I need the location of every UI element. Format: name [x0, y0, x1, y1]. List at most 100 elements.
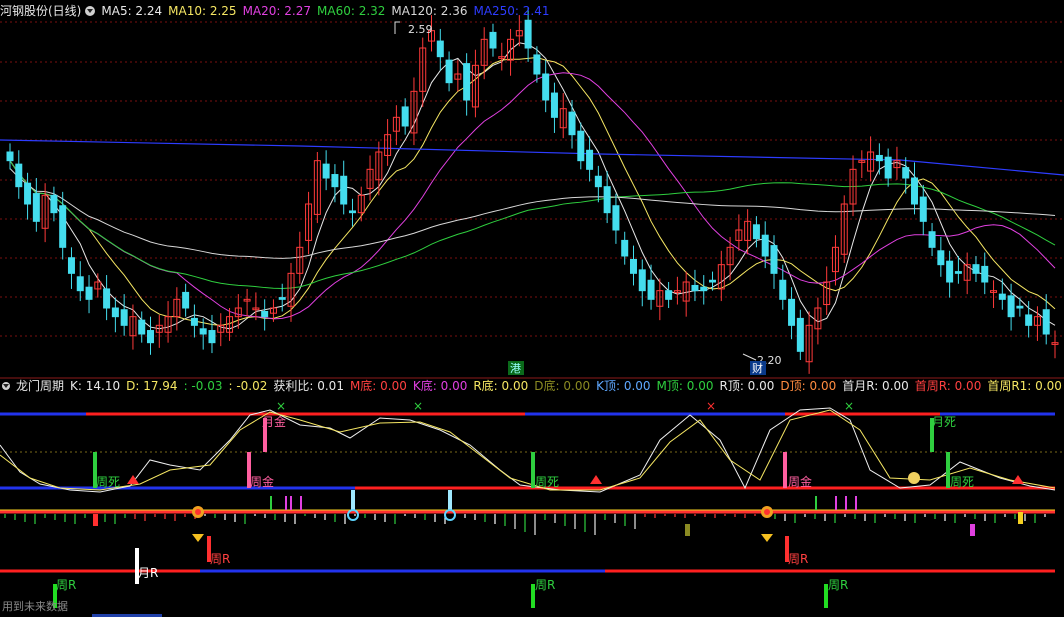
signal-zhou-r-green-1: 周R	[56, 578, 76, 592]
candle-body	[120, 309, 128, 326]
indicator-legend: K: 14.10 D: 17.94: -0.03: -0.02 获利比: 0.01 M…	[70, 379, 1064, 393]
candle-body	[322, 163, 330, 179]
candle-body	[67, 257, 75, 274]
candle-body	[199, 328, 207, 335]
cross-marker-1: ×	[413, 399, 423, 413]
candle-body	[208, 330, 216, 344]
candle-body	[15, 163, 23, 188]
ma20-line	[9, 72, 1056, 320]
candle-body	[621, 239, 629, 257]
ma10-line	[9, 57, 1056, 326]
candle-body	[1042, 309, 1050, 335]
candle-body	[902, 167, 910, 179]
ma120-line	[9, 168, 1056, 259]
upper-histogram-bar-4	[815, 496, 817, 510]
chart-canvas[interactable]: 2.59 2.20 港 财 × × × × 月金 周死 周金 周死 周金 月死 周死 …	[0, 0, 1064, 617]
candle-body	[542, 73, 550, 101]
cyan-pillar-0	[351, 490, 355, 510]
indicator-legend-item-8: D底: 0.00	[534, 379, 591, 393]
ma-legend-item-4: MA120: 2.36	[391, 4, 468, 18]
signal-bar-4	[783, 452, 787, 488]
candle-body	[665, 290, 673, 300]
indicator-legend-item-0: K: 14.10	[70, 379, 121, 393]
candle-body	[568, 111, 576, 136]
price-gridlines	[0, 21, 1064, 337]
candle-body	[436, 40, 444, 58]
upper-histogram-bar-2	[290, 496, 292, 510]
indicator-legend-item-3: : -0.02	[228, 379, 268, 393]
indicator-legend-item-10: M顶: 0.00	[656, 379, 714, 393]
up-triangle-marker-1	[590, 475, 602, 484]
candle-body	[401, 106, 409, 127]
ma-legend-item-2: MA20: 2.27	[242, 4, 311, 18]
candle-body	[445, 59, 453, 84]
candle-body	[1016, 305, 1024, 309]
candle-body	[577, 130, 585, 162]
candle-body	[928, 231, 936, 248]
indicator-legend-item-12: D顶: 0.00	[780, 379, 837, 393]
signal-block-1	[970, 524, 975, 536]
candle-body	[533, 54, 541, 75]
candle-body	[348, 210, 356, 214]
candle-body	[788, 298, 796, 326]
candle-body	[770, 245, 778, 274]
signal-zhou-r-red-1: 周R	[210, 552, 230, 566]
signal-zhou-si-2: 周死	[535, 475, 559, 489]
candle-body	[612, 205, 620, 231]
moving-average-lines	[0, 42, 1064, 330]
low-price-leader	[742, 353, 757, 361]
candle-body	[779, 279, 787, 300]
candle-body	[340, 175, 348, 205]
butterfly-icon-0	[192, 534, 204, 542]
upper-histogram-bar-7	[855, 496, 857, 510]
chevron-down-icon[interactable]	[2, 381, 10, 390]
gold-coin-center-1	[764, 509, 770, 515]
signal-block-2	[1018, 512, 1023, 524]
upper-histogram-bar-3	[300, 496, 302, 510]
cross-marker-0: ×	[276, 399, 286, 413]
chevron-down-icon[interactable]	[85, 5, 96, 16]
candle-body	[24, 182, 32, 205]
ma-legend: MA5: 2.24 MA10: 2.25 MA20: 2.27 MA60: 2.32 M…	[101, 4, 555, 18]
candle-body	[524, 19, 532, 49]
signal-zhou-jin-1: 周金	[250, 474, 274, 489]
signal-yue-si: 月死	[932, 415, 956, 429]
candle-body	[85, 286, 93, 300]
price-annotations: 2.59 2.20 港 财	[394, 21, 782, 375]
ma-legend-item-1: MA10: 2.25	[168, 4, 237, 18]
indicator-legend-item-5: M底: 0.00	[349, 379, 407, 393]
candle-body	[910, 177, 918, 205]
indicator-legend-item-4: 获利比: 0.01	[273, 379, 344, 393]
candle-body	[586, 149, 594, 170]
upper-histogram-bar-1	[285, 496, 287, 510]
indicator-legend-item-1: D: 17.94	[126, 379, 178, 393]
candle-body	[709, 279, 717, 283]
candlestick-series	[6, 8, 1059, 374]
indicator-legend-item-9: K顶: 0.00	[596, 379, 651, 393]
indicator-legend-item-11: R顶: 0.00	[719, 379, 775, 393]
candle-body	[919, 196, 927, 222]
candle-body	[331, 174, 339, 188]
ma-legend-item-3: MA60: 2.32	[317, 4, 386, 18]
candle-body	[594, 175, 602, 188]
candle-body	[147, 330, 155, 344]
candle-body	[954, 271, 962, 274]
ma-legend-item-5: MA250: 2.41	[473, 4, 550, 18]
candle-body	[875, 154, 883, 162]
candle-body	[946, 260, 954, 283]
indicator-title: 龙门周期	[16, 379, 65, 393]
signal-zhou-si-3: 周死	[950, 475, 974, 489]
candle-body	[463, 63, 471, 101]
candle-body	[111, 307, 119, 318]
upper-histogram-bar-6	[845, 496, 847, 510]
candle-body	[603, 186, 611, 214]
upper-histogram-bar-0	[270, 496, 272, 510]
candle-body	[32, 193, 40, 222]
candle-body	[261, 310, 269, 318]
signal-zhou-r-green-3: 周R	[828, 578, 848, 592]
cross-marker-3: ×	[844, 399, 854, 413]
signal-zhou-jin-2: 周金	[788, 474, 812, 489]
candle-body	[972, 264, 980, 274]
candle-body	[981, 265, 989, 283]
signal-zhou-si-1: 周死	[96, 475, 120, 489]
